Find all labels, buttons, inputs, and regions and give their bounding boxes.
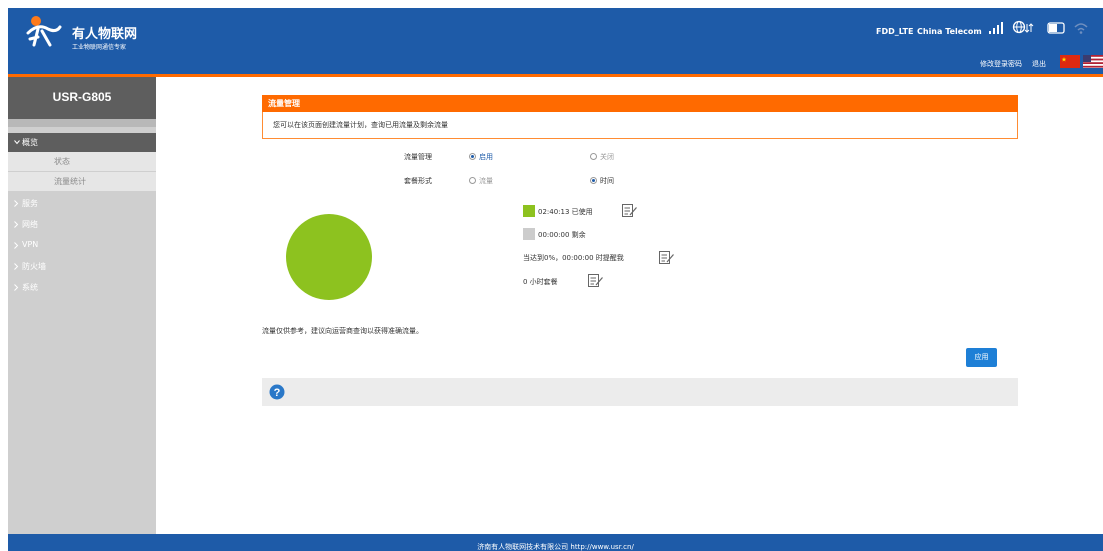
sim-icon (1047, 22, 1065, 34)
sidebar-subitem-label: 流量统计 (54, 177, 86, 186)
enable-radio-label[interactable]: 启用 (479, 152, 493, 162)
enable-radio[interactable] (469, 153, 476, 160)
package-type-label: 套餐形式 (404, 177, 432, 185)
logo-icon (26, 16, 62, 47)
section-description: 您可以在该页面创建流量计划，查询已用流量及剩余流量 (273, 121, 448, 129)
sidebar-item-label: 服务 (22, 199, 38, 208)
edit-icon[interactable] (659, 251, 675, 265)
help-icon[interactable]: ? (269, 384, 285, 400)
sidebar-item-system[interactable]: 系统 (8, 278, 156, 297)
sidebar-item-vpn[interactable]: VPN (8, 236, 156, 255)
device-name: USR-G805 (52, 90, 112, 104)
sidebar-item-service[interactable]: 服务 (8, 194, 156, 213)
header-divider (8, 74, 1103, 77)
apply-button[interactable]: 应用 (966, 348, 997, 367)
english-flag-icon[interactable] (1083, 55, 1103, 68)
svg-text:?: ? (274, 387, 281, 399)
chevron-right-icon (14, 263, 19, 270)
edit-icon[interactable] (588, 274, 604, 288)
traffic-radio[interactable] (469, 177, 476, 184)
network-type: FDD_LTE (876, 27, 914, 36)
signal-icon (989, 22, 1003, 34)
chinese-flag-icon[interactable] (1060, 55, 1080, 68)
page: 有人物联网 工业物联网通信专家 FDD_LTE China Telecom 修改… (0, 0, 1103, 551)
brand-subtitle: 工业物联网通信专家 (72, 44, 127, 51)
used-swatch (523, 205, 535, 217)
sidebar-item-label: 系统 (22, 283, 38, 292)
sidebar-subitem-label: 状态 (54, 157, 70, 166)
footer: 济南有人物联网技术有限公司 http://www.usr.cn/ (8, 534, 1103, 551)
footer-text: 济南有人物联网技术有限公司 http://www.usr.cn/ (477, 543, 634, 551)
section-title: 流量管理 (268, 99, 300, 108)
brand-title: 有人物联网 (72, 27, 138, 42)
wifi-icon (1074, 23, 1088, 34)
traffic-mgmt-label: 流量管理 (404, 153, 432, 161)
alert-text: 当达到0%，00:00:00 时提醒我 (523, 254, 624, 262)
remaining-text: 00:00:00 剩余 (538, 231, 586, 239)
plan-text: 0 小时套餐 (523, 278, 558, 286)
logout-link[interactable]: 退出 (1032, 59, 1046, 69)
sidebar-item-label: 防火墙 (22, 262, 46, 271)
chevron-right-icon (14, 284, 19, 291)
traffic-radio-label[interactable]: 流量 (479, 176, 493, 186)
sidebar: USR-G805 概览 状态 流量统计 服务 网络 VPN 防火墙 系统 (8, 77, 156, 534)
header: 有人物联网 工业物联网通信专家 FDD_LTE China Telecom 修改… (8, 8, 1103, 74)
sidebar-subitem-status[interactable]: 状态 (8, 152, 156, 171)
pie-slice-0 (286, 214, 372, 300)
device-bar (8, 119, 156, 127)
disable-radio-label[interactable]: 关闭 (600, 152, 614, 162)
section-header: 流量管理 (262, 95, 1018, 112)
chevron-right-icon (14, 200, 19, 207)
globe-icon (1012, 20, 1034, 34)
sidebar-item-label: VPN (22, 240, 39, 249)
time-radio-label[interactable]: 时间 (600, 176, 614, 186)
sidebar-item-network[interactable]: 网络 (8, 215, 156, 234)
sidebar-subitem-traffic-stats[interactable]: 流量统计 (8, 172, 156, 191)
remaining-swatch (523, 228, 535, 240)
time-radio[interactable] (590, 177, 597, 184)
sidebar-item-label: 概览 (22, 138, 38, 147)
usage-pie-chart (286, 214, 372, 300)
edit-icon[interactable] (622, 204, 638, 218)
section-description-box: 您可以在该页面创建流量计划，查询已用流量及剩余流量 (262, 112, 1018, 139)
traffic-note: 流量仅供参考，建议向运营商查询以获得准确流量。 (262, 327, 423, 335)
disable-radio[interactable] (590, 153, 597, 160)
chevron-right-icon (14, 221, 19, 228)
chevron-right-icon (14, 242, 19, 249)
device-box: USR-G805 (8, 77, 156, 119)
help-bar: ? (262, 378, 1018, 406)
sidebar-item-overview[interactable]: 概览 (8, 133, 156, 152)
carrier-name: China Telecom (917, 27, 982, 36)
sidebar-item-firewall[interactable]: 防火墙 (8, 257, 156, 276)
logo: 有人物联网 工业物联网通信专家 (24, 13, 164, 53)
change-password-link[interactable]: 修改登录密码 (980, 59, 1022, 69)
used-text: 02:40:13 已使用 (538, 208, 593, 216)
sidebar-item-label: 网络 (22, 220, 38, 229)
chevron-down-icon (14, 140, 20, 145)
